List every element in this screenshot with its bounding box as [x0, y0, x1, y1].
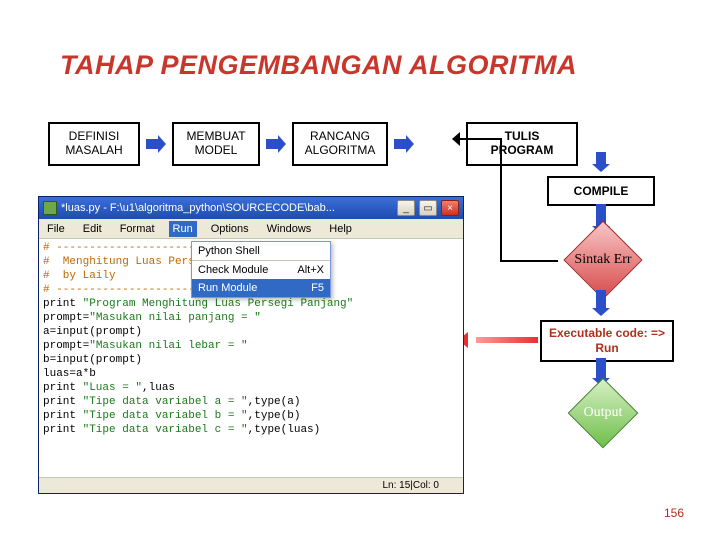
- box-executable: Executable code: => Run: [540, 320, 674, 362]
- syntax-err-label: Sintak Err: [574, 252, 631, 268]
- menu-shortcut: Alt+X: [297, 264, 324, 276]
- box-compile: COMPILE: [547, 176, 655, 206]
- menu-options[interactable]: Options: [207, 221, 253, 237]
- menu-windows[interactable]: Windows: [263, 221, 316, 237]
- window-title: *luas.py - F:\u1\algoritma_python\SOURCE…: [61, 202, 393, 214]
- menu-label: Check Module: [198, 264, 268, 276]
- arrow-left-icon: [452, 132, 460, 146]
- box-model: MEMBUAT MODEL: [172, 122, 260, 166]
- menu-edit[interactable]: Edit: [79, 221, 106, 237]
- arrow-left-red-icon: [466, 334, 538, 346]
- arrow-down-icon: [592, 152, 610, 172]
- cursor-position: Ln: 15|Col: 0: [382, 480, 439, 491]
- menu-check-module[interactable]: Check Module Alt+X: [192, 260, 330, 279]
- arrow-right-icon: [266, 135, 286, 153]
- app-icon: [43, 201, 57, 215]
- titlebar: *luas.py - F:\u1\algoritma_python\SOURCE…: [39, 197, 463, 219]
- menubar: File Edit Format Run Options Windows Hel…: [39, 219, 463, 239]
- minimize-button[interactable]: _: [397, 200, 415, 216]
- statusbar: Ln: 15|Col: 0: [39, 477, 463, 493]
- menu-run-module[interactable]: Run Module F5: [192, 279, 330, 297]
- menu-file[interactable]: File: [43, 221, 69, 237]
- arrow-right-icon: [146, 135, 166, 153]
- ide-window: *luas.py - F:\u1\algoritma_python\SOURCE…: [38, 196, 464, 494]
- output-label: Output: [584, 405, 623, 421]
- menu-label: Run Module: [198, 282, 257, 294]
- menu-shortcut: F5: [311, 282, 324, 294]
- close-button[interactable]: ×: [441, 200, 459, 216]
- maximize-button[interactable]: ▭: [419, 200, 437, 216]
- box-rancang: RANCANG ALGORITMA: [292, 122, 388, 166]
- arrow-right-icon: [394, 135, 414, 153]
- menu-python-shell[interactable]: Python Shell: [192, 242, 330, 260]
- feedback-line: [500, 138, 502, 260]
- arrow-down-icon: [592, 290, 610, 316]
- menu-format[interactable]: Format: [116, 221, 159, 237]
- diamond-output: Output: [562, 388, 644, 438]
- slide-title: TAHAP PENGEMBANGAN ALGORITMA: [60, 50, 577, 81]
- box-tulis: TULIS PROGRAM: [466, 122, 578, 166]
- page-number: 156: [664, 506, 684, 520]
- flow-row: DEFINISI MASALAH MEMBUAT MODEL RANCANG A…: [48, 122, 578, 166]
- box-definisi: DEFINISI MASALAH: [48, 122, 140, 166]
- menu-run[interactable]: Run: [169, 221, 197, 237]
- diamond-syntax-err: Sintak Err: [558, 232, 648, 288]
- feedback-line: [500, 260, 558, 262]
- menu-label: Python Shell: [198, 245, 260, 257]
- feedback-line: [459, 138, 500, 140]
- run-menu-dropdown: Python Shell Check Module Alt+X Run Modu…: [191, 241, 331, 298]
- menu-help[interactable]: Help: [325, 221, 356, 237]
